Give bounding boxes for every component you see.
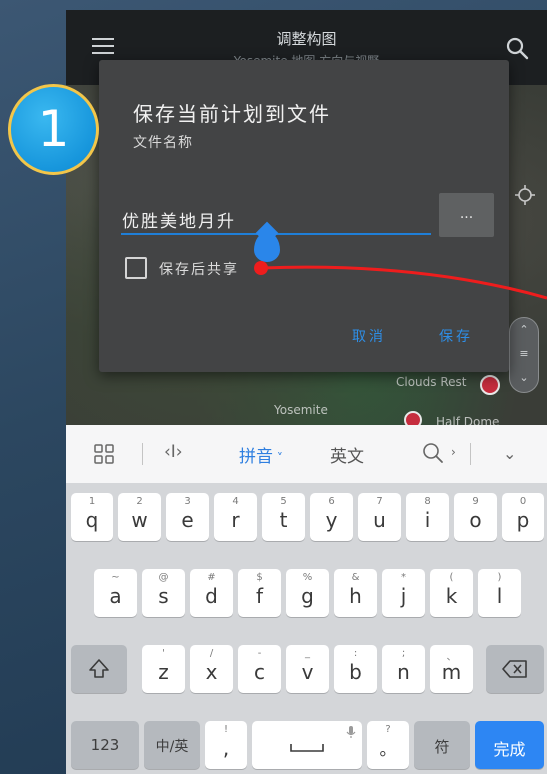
key-h[interactable]: & h [334, 569, 377, 617]
pinyin-label: 拼音 [239, 447, 273, 467]
key-t[interactable]: 5t [262, 493, 305, 541]
text-cursor-handle[interactable] [254, 232, 280, 262]
key-x[interactable]: / x [190, 645, 233, 693]
map-poi-pin[interactable] [480, 375, 500, 395]
phone-screen: 调整构图 Yosemite 地图·方向与视野 Yosemite Clouds R… [66, 10, 547, 774]
key-z[interactable]: ' z [142, 645, 185, 693]
key-r[interactable]: 4r [214, 493, 257, 541]
key-o[interactable]: 9o [454, 493, 497, 541]
key-e[interactable]: 3e [166, 493, 209, 541]
backspace-icon [502, 660, 527, 678]
key-j[interactable]: * j [382, 569, 425, 617]
pinyin-mode-button[interactable]: 拼音 ˅ [239, 442, 283, 467]
language-switch-key[interactable]: 中/英 [144, 721, 200, 769]
space-key[interactable] [252, 721, 362, 769]
symbols-key[interactable]: 符 [414, 721, 470, 769]
collapse-keyboard-icon[interactable]: ⌄ [503, 444, 516, 463]
key-b[interactable]: :b [334, 645, 377, 693]
chevron-up-icon[interactable]: ⌃ [510, 318, 538, 342]
key-n[interactable]: ; n [382, 645, 425, 693]
share-after-save-label[interactable]: 保存后共享 [159, 259, 239, 279]
key-s[interactable]: @ s [142, 569, 185, 617]
key-i[interactable]: 8i [406, 493, 449, 541]
chevron-down-icon: ˅ [273, 451, 283, 465]
soft-keyboard: ‹I› 拼音 ˅ 英文 › ⌄ 1q 2w 3e 4r 5t 6y 7u 8i … [66, 425, 547, 774]
annotation-dot [254, 261, 268, 275]
key-m[interactable]: 、 m [430, 645, 473, 693]
key-y[interactable]: 6y [310, 493, 353, 541]
key-l[interactable]: ) l [478, 569, 521, 617]
key-f[interactable]: $ f [238, 569, 281, 617]
step-number-badge: 1 [8, 84, 99, 175]
keyboard-toolbar: ‹I› 拼音 ˅ 英文 › ⌄ [66, 425, 547, 483]
toolbar-divider [142, 443, 143, 465]
save-plan-dialog: 保存当前计划到文件 文件名称 优胜美地月升 ... 保存后共享 取消 保存 [99, 60, 509, 372]
map-label-yosemite: Yosemite [274, 403, 328, 417]
english-mode-button[interactable]: 英文 [330, 442, 364, 467]
map-label-clouds-rest: Clouds Rest [396, 375, 467, 389]
comma-key[interactable]: !, [205, 721, 247, 769]
app-title: 调整构图 [276, 30, 337, 48]
key-g[interactable]: % g [286, 569, 329, 617]
grid-menu-icon[interactable] [94, 444, 114, 464]
search-icon[interactable] [422, 442, 444, 464]
done-key[interactable]: 完成 [475, 721, 544, 769]
chevron-right-icon[interactable]: › [451, 445, 456, 459]
more-options-button[interactable]: ... [439, 193, 494, 237]
toolbar-divider [470, 443, 471, 465]
cursor-move-icon[interactable]: ‹I› [164, 442, 183, 462]
microphone-icon [346, 726, 356, 738]
file-name-input[interactable]: 优胜美地月升 [121, 195, 431, 235]
share-after-save-checkbox[interactable] [125, 257, 147, 279]
locate-icon[interactable] [515, 185, 535, 205]
period-key[interactable]: ?。 [367, 721, 409, 769]
key-p[interactable]: 0p [502, 493, 544, 541]
key-v[interactable]: _ v [286, 645, 329, 693]
numbers-key[interactable]: 123 [71, 721, 139, 769]
save-button[interactable]: 保存 [439, 326, 473, 346]
key-a[interactable]: ~ a [94, 569, 137, 617]
shift-key[interactable] [71, 645, 127, 693]
search-icon[interactable] [505, 36, 529, 60]
key-d[interactable]: # d [190, 569, 233, 617]
key-u[interactable]: 7u [358, 493, 401, 541]
space-bar-icon [290, 744, 324, 752]
key-k[interactable]: (k [430, 569, 473, 617]
key-q[interactable]: 1q [71, 493, 113, 541]
cancel-button[interactable]: 取消 [352, 326, 386, 346]
chevron-down-icon[interactable]: ⌄ [510, 366, 538, 390]
shift-icon [89, 659, 109, 678]
key-w[interactable]: 2w [118, 493, 161, 541]
dialog-title: 保存当前计划到文件 [133, 102, 331, 126]
backspace-key[interactable] [486, 645, 544, 693]
key-c[interactable]: -c [238, 645, 281, 693]
file-name-label: 文件名称 [133, 135, 193, 151]
grip-icon: ≡ [519, 347, 529, 360]
map-zoom-scroller[interactable]: ⌃ ≡ ⌄ [509, 317, 539, 393]
